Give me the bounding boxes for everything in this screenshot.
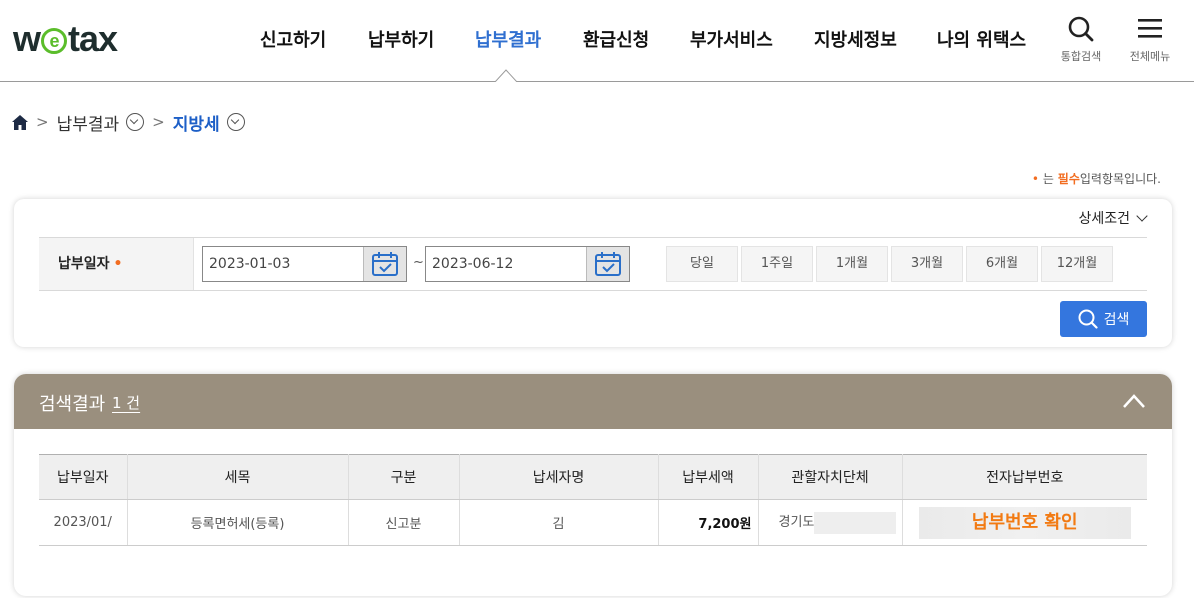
column-header: 구분 xyxy=(348,454,460,500)
wetax-logo[interactable]: w e tax xyxy=(13,18,118,60)
calendar-icon xyxy=(595,252,621,276)
result-header: 검색결과 1 건 xyxy=(14,374,1172,429)
home-icon[interactable] xyxy=(12,114,28,130)
breadcrumb-separator-icon: > xyxy=(36,113,49,131)
chevron-down-icon xyxy=(1136,210,1148,222)
breadcrumb-item-local-tax[interactable]: 지방세 xyxy=(173,110,220,135)
column-header: 납세자명 xyxy=(459,454,659,500)
date-from-field xyxy=(202,246,407,282)
date-to-input[interactable] xyxy=(426,247,586,281)
chevron-down-circle-icon[interactable] xyxy=(126,113,145,131)
date-from-calendar-button[interactable] xyxy=(363,247,406,281)
date-to-calendar-button[interactable] xyxy=(586,247,629,281)
date-to-field xyxy=(425,246,630,282)
nav-item-payment-result[interactable]: 납부결과 xyxy=(475,26,541,52)
chevron-down-circle-icon[interactable] xyxy=(226,113,245,131)
period-1week-button[interactable]: 1주일 xyxy=(741,246,813,282)
cell-type: 신고분 xyxy=(348,499,460,546)
search-icon xyxy=(1078,309,1098,329)
result-table: 납부일자 세목 구분 납세자명 납부세액 관할자치단체 전자납부번호 2023/… xyxy=(39,454,1147,546)
full-menu-label: 전체메뉴 xyxy=(1129,50,1171,63)
table-row: 2023/01/ 등록면허세(등록) 신고분 김 7,200원 경기도 납부번호… xyxy=(39,499,1147,546)
table-header-row: 납부일자 세목 구분 납세자명 납부세액 관할자치단체 전자납부번호 xyxy=(39,454,1147,500)
breadcrumb: > 납부결과 > 지방세 xyxy=(12,110,245,135)
column-header: 납부일자 xyxy=(39,454,128,500)
nav-item-pay[interactable]: 납부하기 xyxy=(368,26,434,52)
column-header: 관할자치단체 xyxy=(758,454,903,500)
period-3month-button[interactable]: 3개월 xyxy=(891,246,963,282)
cell-amount: 7,200원 xyxy=(658,499,759,546)
cell-electronic-pay-number: 납부번호 확인 xyxy=(902,499,1147,546)
required-dot-icon: • xyxy=(113,256,123,272)
search-button[interactable]: 검색 xyxy=(1060,301,1147,337)
period-1month-button[interactable]: 1개월 xyxy=(816,246,888,282)
search-icon xyxy=(1068,16,1094,42)
result-title: 검색결과 xyxy=(39,394,106,415)
period-today-button[interactable]: 당일 xyxy=(666,246,738,282)
hamburger-menu-icon xyxy=(1138,19,1162,38)
unified-search-button[interactable]: 통합검색 xyxy=(1056,16,1106,64)
advanced-conditions-toggle[interactable]: 상세조건 xyxy=(1078,208,1148,228)
period-6month-button[interactable]: 6개월 xyxy=(966,246,1038,282)
unified-search-label: 통합검색 xyxy=(1060,50,1102,63)
nav-item-refund[interactable]: 환급신청 xyxy=(583,26,649,52)
required-field-note: • 는 필수입력항목입니다. xyxy=(1031,172,1161,186)
nav-item-report[interactable]: 신고하기 xyxy=(260,26,326,52)
cell-tax-item: 등록면허세(등록) xyxy=(127,499,349,546)
payment-date-label: 납부일자 • xyxy=(39,238,194,290)
column-header: 세목 xyxy=(127,454,349,500)
active-nav-caret xyxy=(495,69,517,82)
breadcrumb-item-payment-result[interactable]: 납부결과 xyxy=(57,110,120,135)
column-header: 납부세액 xyxy=(658,454,759,500)
nav-item-my-wetax[interactable]: 나의 위택스 xyxy=(937,26,1026,52)
check-pay-number-button[interactable]: 납부번호 확인 xyxy=(918,506,1131,539)
required-dot-icon: • xyxy=(1031,172,1039,186)
search-panel: 상세조건 납부일자• ~ xyxy=(14,199,1172,347)
nav-item-extra-service[interactable]: 부가서비스 xyxy=(690,26,773,52)
cell-authority: 경기도 xyxy=(758,499,903,546)
date-from-input[interactable] xyxy=(203,247,363,281)
period-12month-button[interactable]: 12개월 xyxy=(1041,246,1113,282)
nav-item-local-tax-info[interactable]: 지방세정보 xyxy=(814,26,897,52)
calendar-icon xyxy=(372,252,398,276)
site-header: w e tax 신고하기 납부하기 납부결과 환급신청 부가서비스 지방세정보 나의… xyxy=(0,0,1194,82)
date-range-tilde: ~ xyxy=(413,255,424,270)
column-header: 전자납부번호 xyxy=(902,454,1147,500)
search-result-panel: 검색결과 1 건 납부일자 세목 구분 납세자명 납부세액 관할자치단체 전자납… xyxy=(14,374,1172,596)
cell-taxpayer: 김 xyxy=(459,499,659,546)
breadcrumb-separator-icon: > xyxy=(152,113,165,131)
full-menu-button[interactable]: 전체메뉴 xyxy=(1125,16,1175,64)
cell-payment-date: 2023/01/ xyxy=(39,499,128,546)
chevron-up-icon[interactable] xyxy=(1122,393,1146,409)
result-count: 1 건 xyxy=(112,394,141,412)
redacted-block xyxy=(814,511,897,534)
date-search-row: 납부일자• ~ xyxy=(39,237,1147,291)
